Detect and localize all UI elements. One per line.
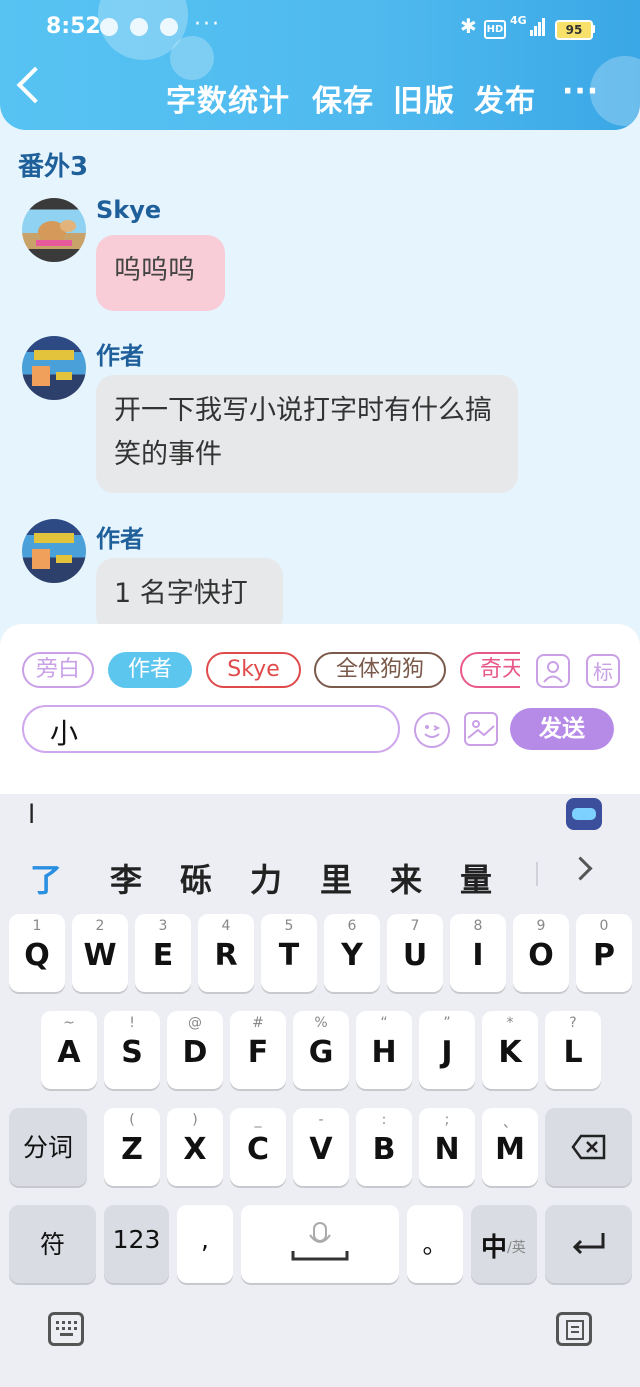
key-q[interactable]: 1Q — [9, 914, 65, 992]
message-bubble[interactable]: 呜呜呜 — [96, 235, 225, 311]
key-e[interactable]: 3E — [135, 914, 191, 992]
candidate-word[interactable]: 了 — [30, 855, 62, 901]
old-version-button[interactable]: 旧版 — [393, 76, 455, 120]
candidate-word[interactable]: 力 — [250, 855, 282, 901]
person-card-icon[interactable] — [536, 654, 570, 688]
key-r[interactable]: 4R — [198, 914, 254, 992]
publish-button[interactable]: 发布 — [474, 76, 536, 120]
candidate-word[interactable]: 里 — [320, 855, 352, 901]
emoji-icon[interactable] — [414, 712, 450, 748]
avatar[interactable] — [22, 519, 86, 583]
key-y[interactable]: 6Y — [324, 914, 380, 992]
key-k[interactable]: * K — [482, 1011, 538, 1089]
key-h[interactable]: “H — [356, 1011, 412, 1089]
key-n[interactable]: ; N — [419, 1108, 475, 1186]
avatar[interactable] — [22, 336, 86, 400]
save-button[interactable]: 保存 — [312, 76, 374, 120]
send-button[interactable]: 发送 — [510, 708, 614, 750]
vpn-icon — [130, 18, 148, 36]
status-time: 8:52 — [46, 14, 101, 39]
key-x[interactable]: ) X — [167, 1108, 223, 1186]
enter-key[interactable] — [545, 1205, 632, 1283]
battery-indicator: 95 — [555, 20, 593, 40]
status-more: ··· — [194, 12, 221, 37]
battery-cap — [592, 25, 595, 33]
character-chip-skye[interactable]: Skye — [206, 652, 301, 688]
app-icon — [160, 18, 178, 36]
space-key[interactable] — [241, 1205, 399, 1283]
microphone-icon — [291, 1222, 349, 1261]
enter-icon — [572, 1233, 605, 1255]
candidate-word[interactable]: 来 — [390, 855, 422, 901]
comma-key[interactable]: , — [177, 1205, 233, 1283]
key-f[interactable]: # F — [230, 1011, 286, 1089]
message-bubble[interactable]: 开一下我写小说打字时有什么搞笑的事件 — [96, 375, 518, 493]
key-l[interactable]: ? L — [545, 1011, 601, 1089]
key-g[interactable]: % G — [293, 1011, 349, 1089]
candidate-word[interactable]: 李 — [110, 855, 142, 901]
key-c[interactable]: _ C — [230, 1108, 286, 1186]
signal-icon — [530, 18, 545, 36]
sender-name: Skye — [96, 196, 162, 224]
key-j[interactable]: ” J — [419, 1011, 475, 1089]
keyboard-icon[interactable] — [48, 1312, 84, 1346]
key-a[interactable]: ~ A — [41, 1011, 97, 1089]
key-i[interactable]: 8I — [450, 914, 506, 992]
key-t[interactable]: 5T — [261, 914, 317, 992]
candidate-word[interactable]: 量 — [460, 855, 492, 901]
symbols-key[interactable]: 符 — [9, 1205, 96, 1283]
key-m[interactable]: 、 M — [482, 1108, 538, 1186]
key-w[interactable]: 2W — [72, 914, 128, 992]
word-count-button[interactable]: 字数统计 — [166, 76, 290, 120]
candidate-divider — [536, 862, 538, 886]
avatar[interactable] — [22, 198, 86, 262]
network-label: 4G — [510, 14, 527, 27]
tag-icon[interactable]: 标 — [586, 654, 620, 688]
backspace-icon — [571, 1134, 606, 1160]
hd-icon: HD — [484, 20, 506, 39]
assistant-robot-icon[interactable] — [566, 798, 602, 830]
chapter-title: 番外3 — [18, 152, 89, 182]
candidate-word[interactable]: 砾 — [180, 855, 212, 901]
character-chip-author[interactable]: 作者 — [108, 652, 192, 688]
character-selector: 旁白 作者 Skye 全体狗狗 奇天 — [0, 640, 520, 700]
language-switch-key[interactable]: 中 /英 — [471, 1205, 537, 1283]
clipboard-icon[interactable] — [556, 1312, 592, 1346]
character-chip-narrator[interactable]: 旁白 — [22, 652, 94, 688]
key-u[interactable]: 7U — [387, 914, 443, 992]
notification-icon — [100, 18, 118, 36]
message-bubble[interactable]: 1 名字快打 — [96, 558, 283, 634]
character-chip-qitian[interactable]: 奇天 — [460, 652, 520, 688]
period-key[interactable]: 。 — [407, 1205, 463, 1283]
image-icon[interactable] — [464, 712, 498, 746]
numbers-key[interactable]: 123 — [104, 1205, 169, 1283]
sender-name: 作者 — [96, 342, 144, 370]
backspace-key[interactable] — [545, 1108, 632, 1186]
key-z[interactable]: (Z — [104, 1108, 160, 1186]
character-chip-all-dogs[interactable]: 全体狗狗 — [314, 652, 446, 688]
more-options-button[interactable]: ··· — [562, 74, 599, 109]
sender-name: 作者 — [96, 525, 144, 553]
key-d[interactable]: @ D — [167, 1011, 223, 1089]
key-o[interactable]: 9O — [513, 914, 569, 992]
message-input-value: 小 — [50, 717, 79, 750]
key-s[interactable]: ! S — [104, 1011, 160, 1089]
key-v[interactable]: -V — [293, 1108, 349, 1186]
bluetooth-icon: ✱ — [460, 14, 477, 38]
message-input[interactable] — [22, 705, 400, 753]
pinyin-composition: l — [28, 800, 36, 830]
segment-key[interactable]: 分词 — [9, 1108, 87, 1186]
key-p[interactable]: 0P — [576, 914, 632, 992]
key-b[interactable]: :B — [356, 1108, 412, 1186]
